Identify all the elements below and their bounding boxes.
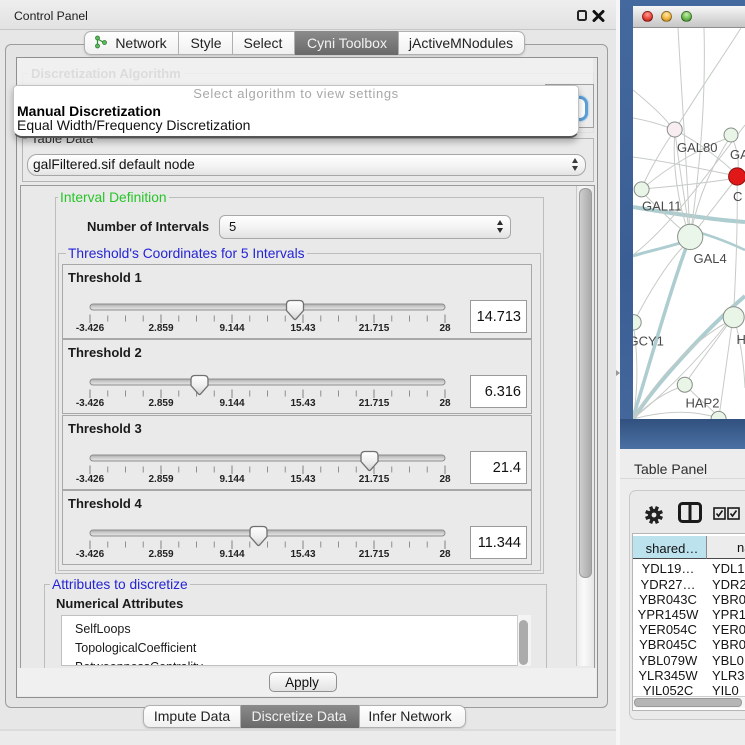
svg-text:-3.426: -3.426 <box>76 323 105 334</box>
svg-text:H: H <box>737 332 745 347</box>
svg-text:9.144: 9.144 <box>219 474 244 485</box>
svg-text:9.144: 9.144 <box>219 549 244 560</box>
svg-text:9.144: 9.144 <box>219 323 244 334</box>
svg-text:C: C <box>733 189 742 204</box>
svg-text:21.715: 21.715 <box>359 474 390 485</box>
svg-text:28: 28 <box>439 474 451 485</box>
svg-text:-3.426: -3.426 <box>76 398 105 409</box>
svg-text:21.715: 21.715 <box>359 398 390 409</box>
svg-text:GAL11: GAL11 <box>642 199 682 214</box>
svg-text:GA: GA <box>730 147 745 162</box>
svg-text:15.43: 15.43 <box>290 474 315 485</box>
svg-text:21.715: 21.715 <box>359 549 390 560</box>
svg-text:15.43: 15.43 <box>290 398 315 409</box>
svg-text:2.859: 2.859 <box>148 398 173 409</box>
svg-text:21.715: 21.715 <box>359 323 390 334</box>
svg-text:2.859: 2.859 <box>148 474 173 485</box>
svg-text:GCY1: GCY1 <box>633 334 664 349</box>
svg-text:2.859: 2.859 <box>148 549 173 560</box>
svg-text:GAL4: GAL4 <box>694 251 727 266</box>
svg-text:2.859: 2.859 <box>148 323 173 334</box>
svg-text:28: 28 <box>439 323 451 334</box>
svg-text:15.43: 15.43 <box>290 323 315 334</box>
svg-text:GAL80: GAL80 <box>677 140 717 155</box>
svg-text:-3.426: -3.426 <box>76 474 105 485</box>
svg-text:15.43: 15.43 <box>290 549 315 560</box>
svg-text:HAP2: HAP2 <box>686 396 720 411</box>
svg-text:9.144: 9.144 <box>219 398 244 409</box>
svg-text:28: 28 <box>439 398 451 409</box>
svg-text:28: 28 <box>439 549 451 560</box>
svg-text:-3.426: -3.426 <box>76 549 105 560</box>
